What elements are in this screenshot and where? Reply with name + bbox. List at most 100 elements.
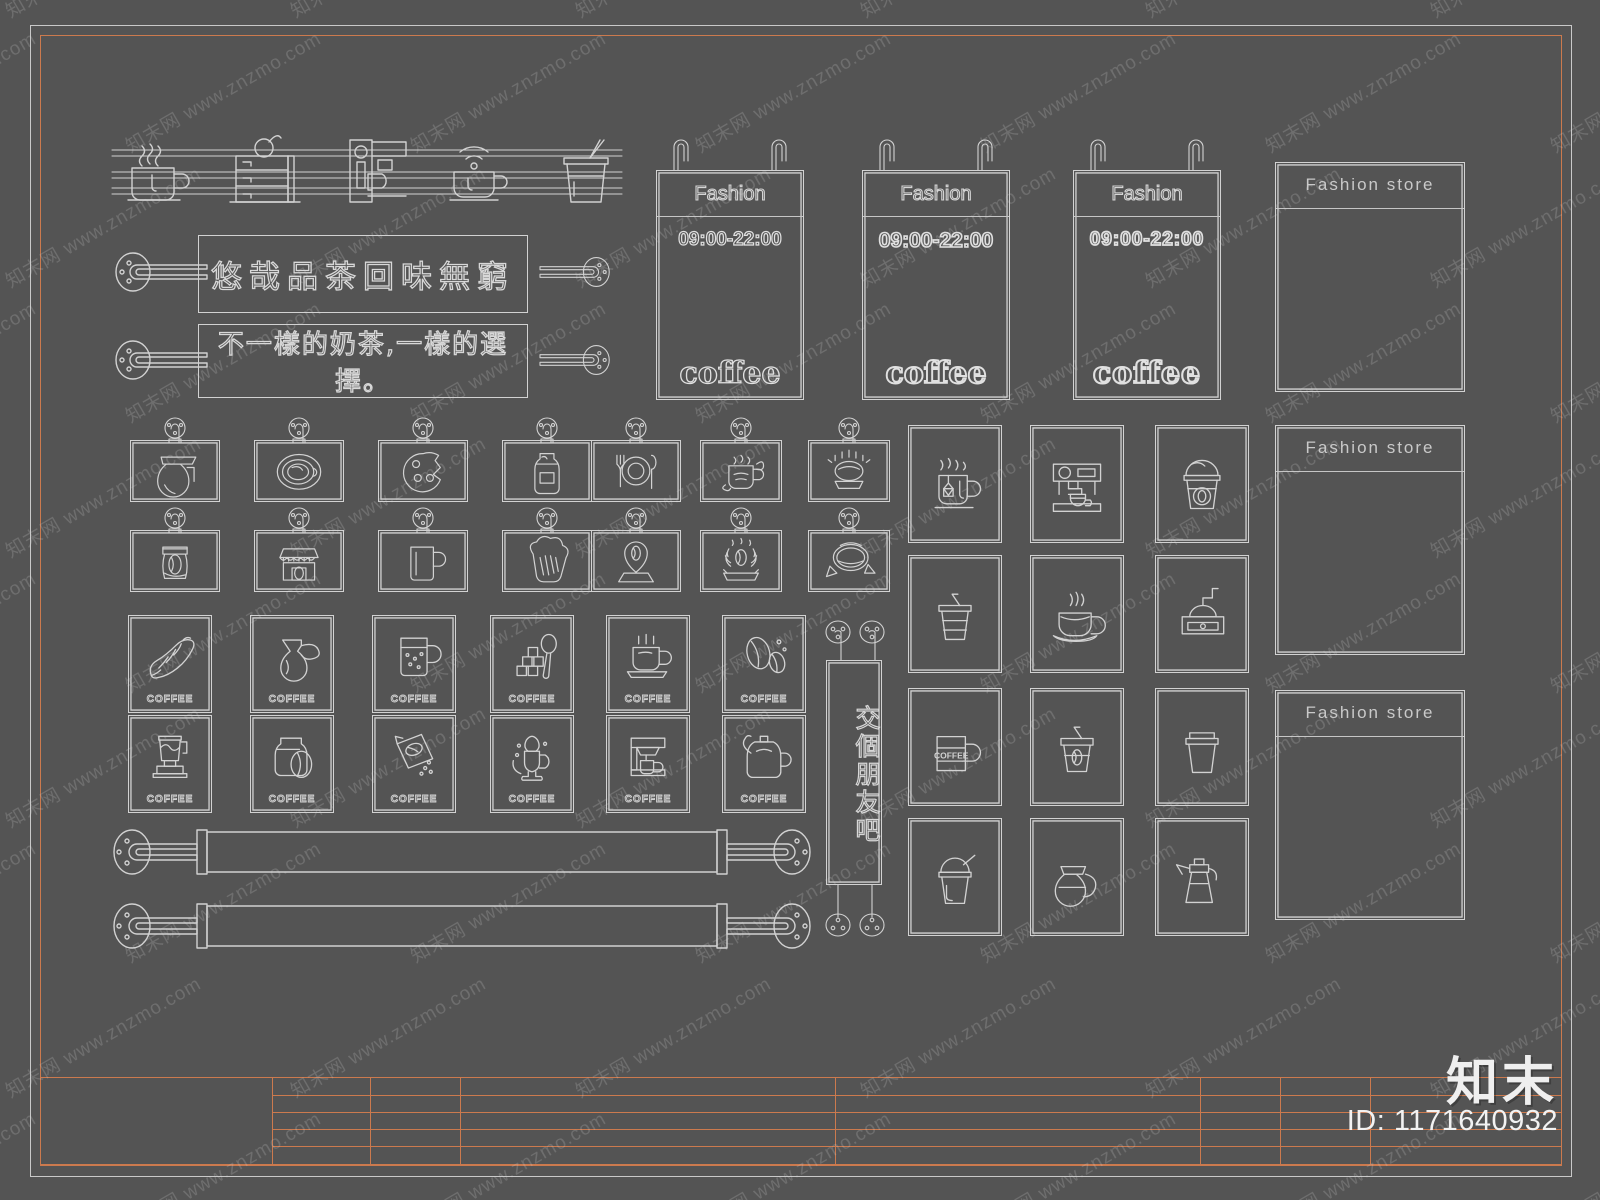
drip-coffee-machine-icon	[630, 737, 666, 777]
portrait-icon-frame	[1155, 555, 1249, 673]
sign-hook-icon	[412, 417, 434, 444]
coffee-square-card: COFFEE	[722, 715, 806, 813]
portrait-icon-frame	[1155, 818, 1249, 936]
blender-mixer-icon	[152, 735, 188, 779]
world-coffee-day-wreath-icon	[723, 537, 759, 581]
portrait-icon-frame	[908, 818, 1002, 936]
chemex-pot-icon	[280, 639, 320, 682]
domed-iced-cup-icon	[1183, 459, 1221, 510]
hanging-icon-card	[130, 507, 220, 592]
cutlery-plate-icon	[616, 454, 657, 489]
cookie-bitten-icon	[402, 452, 441, 493]
hanging-icon-card	[254, 507, 344, 592]
fashion-sign-footer-1: coffee	[679, 355, 781, 391]
wifi-cup-icon	[449, 146, 508, 201]
hanging-icon-card	[700, 417, 782, 502]
sign-hook-icon	[838, 417, 860, 444]
watermark-text: 知末网 www.znzmo.com	[285, 0, 491, 23]
blank-banner-bar-2	[112, 896, 812, 956]
coffee-square-card: COFFEE	[250, 615, 334, 713]
vertical-sign-hangers-top	[824, 620, 886, 663]
coffee-travel-mug-icon: COFFEE	[934, 735, 982, 772]
portrait-icon-frame	[908, 555, 1002, 673]
coffee-card-label: COFFEE	[740, 694, 788, 706]
portrait-icon-frame	[1155, 425, 1249, 543]
sign-hook-icon	[536, 417, 558, 444]
fashion-sign-footer-2: coffee	[885, 355, 988, 392]
fashion-store-panel-2: Fashion store	[1275, 425, 1465, 655]
sign-hook-icon	[536, 507, 558, 534]
espresso-machine-icon	[1052, 463, 1102, 513]
sign-hook-icon	[730, 417, 752, 444]
cake-display-cabinet-icon	[229, 135, 301, 203]
coffee-square-card: COFFEE	[606, 615, 690, 713]
coffee-square-card: COFFEE	[128, 715, 212, 813]
wall-bracket-left-1	[115, 252, 208, 292]
irish-coffee-glass-icon	[512, 735, 550, 781]
coffee-card-label: COFFEE	[390, 694, 438, 706]
fashion-store-title-3: Fashion store	[1305, 703, 1435, 722]
coffee-square-card: COFFEE	[372, 715, 456, 813]
coffee-card-label: COFFEE	[508, 694, 556, 706]
hot-cup-saucer-icon	[626, 633, 672, 679]
coffee-beans-icon	[746, 636, 787, 674]
sugar-cubes-spoon-icon	[516, 633, 557, 679]
sign-divider-1	[657, 216, 803, 217]
hanging-icon-card	[808, 417, 890, 502]
sign-hook-icon	[164, 507, 186, 534]
portrait-icon-frame	[1155, 688, 1249, 806]
sign-divider-2	[863, 216, 1009, 217]
drawing-id-label: ID: 1171640932	[1346, 1105, 1558, 1137]
hand-coffee-grinder-icon	[1181, 587, 1225, 635]
coffee-square-card: COFFEE	[606, 715, 690, 813]
fashion-sign-hours-2: 09:00-22:00	[878, 228, 994, 253]
portrait-icon-frame: COFFEE	[908, 688, 1002, 806]
znzmo-logo: 知末	[1445, 1053, 1558, 1113]
watermark-text: 知末网 www.znzmo.com	[855, 0, 1061, 23]
hanging-icon-card	[130, 417, 220, 502]
sign-hook-icon	[730, 507, 752, 534]
fashion-sign-hours-1: 09:00-22:00	[678, 228, 783, 250]
hanging-icon-card	[254, 417, 344, 502]
bean-location-pin-icon	[618, 541, 654, 583]
title-block	[40, 1077, 1562, 1166]
cad-drawing-canvas: 悠哉品茶回味無窮 不一樣的奶茶,一樣的選擇。 Fashion 09:00-22:…	[0, 0, 1600, 1200]
hanging-icon-card	[591, 417, 681, 502]
portrait-icon-frame	[1030, 688, 1124, 806]
coffee-day-ribbon-stamp-icon	[825, 542, 876, 578]
coffee-shop-storefront-icon	[279, 548, 319, 581]
coffee-bean-bag-icon	[162, 546, 188, 579]
coffee-square-card: COFFEE	[490, 615, 574, 713]
watermark-text: 知末网 www.znzmo.com	[570, 0, 776, 23]
store-divider-1	[1276, 208, 1464, 209]
vertical-hanging-sign: 交個朋友吧	[826, 660, 882, 885]
coffee-pot-icon	[157, 456, 197, 498]
top-decorative-strip	[111, 128, 623, 208]
fashion-hanging-sign-3: Fashion 09:00-22:00 coffee	[1073, 170, 1221, 400]
portrait-icon-frame	[1030, 425, 1124, 543]
toast-bread-icon	[529, 535, 569, 583]
wall-bracket-right-2	[539, 340, 610, 380]
milk-bottle-icon	[534, 453, 560, 495]
hanging-icon-card	[591, 507, 681, 592]
fashion-hanging-sign-2: Fashion 09:00-22:00 coffee	[862, 170, 1010, 400]
vertical-sign-hangers-bottom	[824, 884, 886, 937]
fashion-sign-title-1: Fashion	[694, 182, 766, 205]
watermark-text: 知末网 www.znzmo.com	[0, 0, 206, 23]
watermark-text: 知末网 www.znzmo.com	[1425, 0, 1600, 23]
banner-plate-1-text: 悠哉品茶回味無窮	[210, 259, 515, 296]
coffee-square-card: COFFEE	[490, 715, 574, 813]
hanging-icon-card	[808, 507, 890, 592]
store-divider-3	[1276, 736, 1464, 737]
sign-hook-icon	[288, 507, 310, 534]
glass-coffee-carafe-icon	[1054, 865, 1097, 907]
sign-hangers-3	[1073, 131, 1221, 174]
fashion-sign-hours-3: 09:00-22:00	[1089, 228, 1205, 251]
takeaway-cup-lid-icon	[563, 139, 609, 203]
portrait-icon-frame	[1030, 818, 1124, 936]
coffee-card-label: COFFEE	[268, 794, 316, 806]
hanging-icon-card	[502, 417, 592, 502]
coffee-card-label: COFFEE	[268, 694, 316, 706]
portrait-icon-frame	[1030, 555, 1124, 673]
bean-paper-cup-icon	[1060, 726, 1094, 773]
